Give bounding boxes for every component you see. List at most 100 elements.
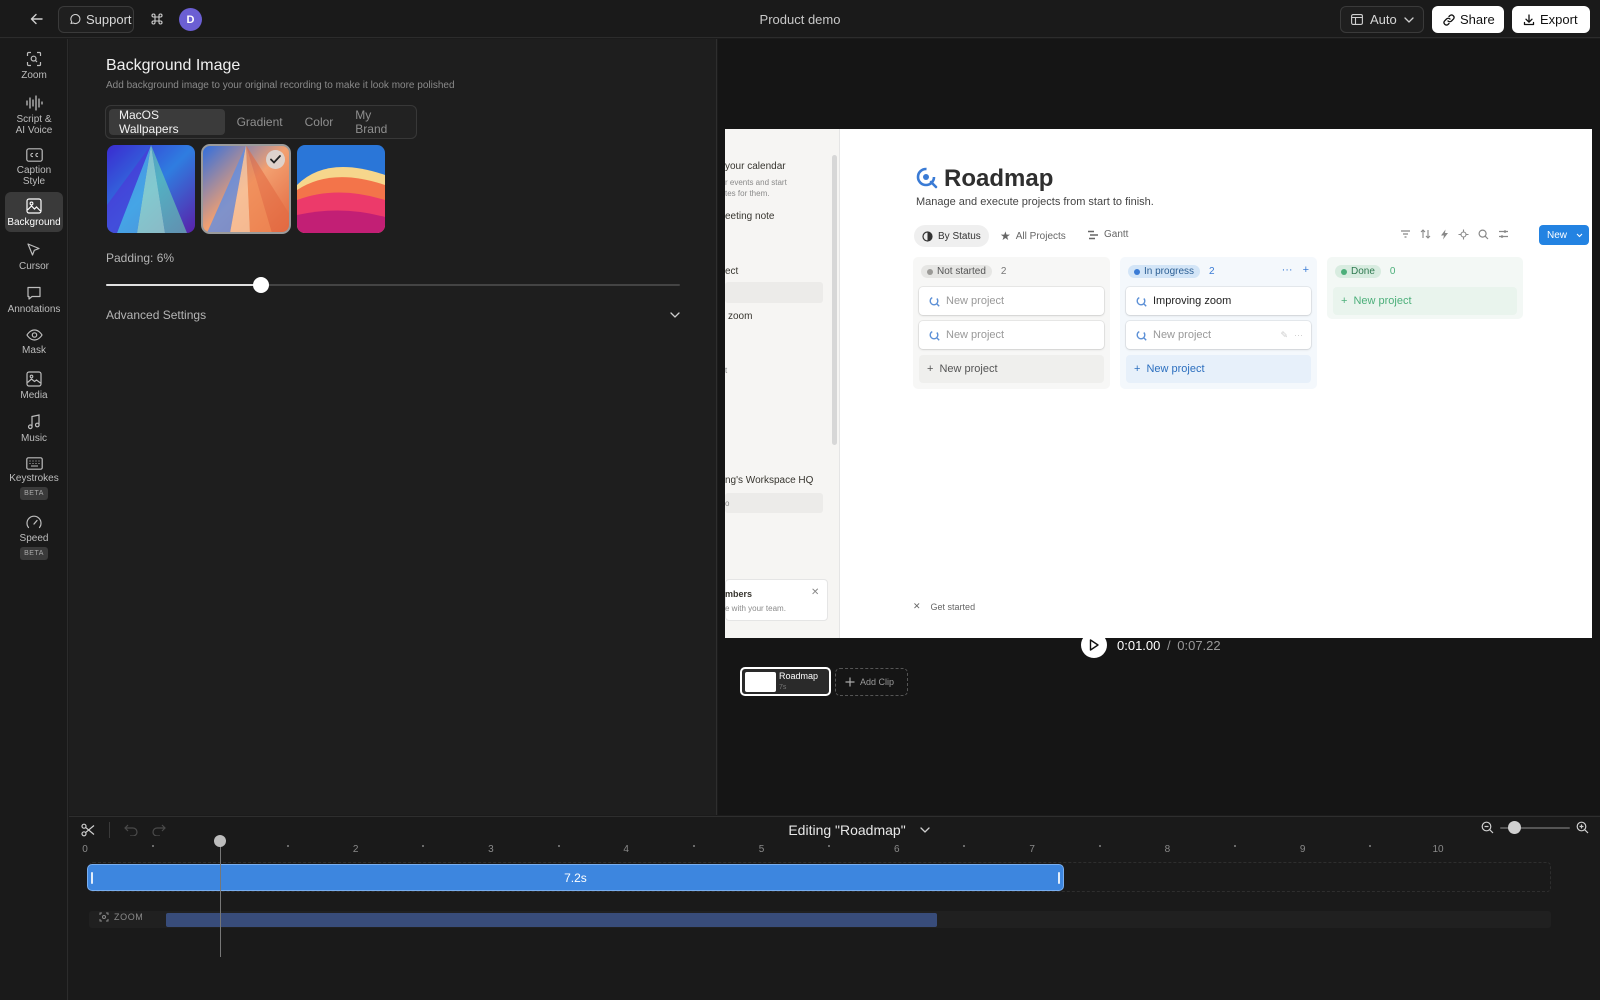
tab-color[interactable]: Color bbox=[295, 109, 344, 135]
sidebar-item-mask[interactable]: Mask bbox=[5, 322, 63, 360]
ruler-tick-dot bbox=[1369, 845, 1372, 847]
chevron-down-icon bbox=[1404, 16, 1414, 23]
sidebar-item-zoom[interactable]: Zoom bbox=[5, 45, 63, 83]
ruler-tick-label: 3 bbox=[488, 844, 494, 855]
ruler-tick-dot bbox=[692, 845, 695, 847]
board-card: New project bbox=[919, 287, 1104, 315]
clip-trim-handle-right[interactable] bbox=[1057, 872, 1060, 884]
add-clip-button[interactable]: Add Clip bbox=[835, 668, 908, 696]
scrollbar bbox=[832, 155, 837, 445]
play-button[interactable] bbox=[1081, 632, 1107, 658]
command-icon[interactable] bbox=[148, 10, 166, 28]
beta-badge: BETA bbox=[20, 547, 48, 560]
column-count: 0 bbox=[1389, 266, 1396, 277]
caption-icon bbox=[25, 148, 43, 162]
tab-my-brand[interactable]: My Brand bbox=[345, 108, 413, 136]
padding-slider-thumb[interactable] bbox=[252, 277, 269, 293]
board-column-not-started: Not started 2 New project New project + N… bbox=[913, 257, 1110, 389]
recorded-toolbar bbox=[1400, 229, 1509, 240]
music-icon bbox=[27, 414, 40, 430]
more-icon: ··· bbox=[1294, 330, 1303, 340]
sidebar-item-background[interactable]: Background bbox=[5, 192, 63, 232]
project-title[interactable]: Product demo bbox=[700, 12, 900, 27]
zoom-region[interactable] bbox=[166, 913, 938, 927]
redo-icon[interactable] bbox=[152, 824, 166, 836]
sidebar-item-label: Speed bbox=[19, 533, 49, 544]
layout-dropdown-label: Auto bbox=[1370, 12, 1397, 27]
tool-sidebar: Zoom Script & AI Voice Caption Style Bac… bbox=[0, 39, 68, 1000]
ruler-tick-dot bbox=[286, 845, 289, 847]
project-icon bbox=[929, 330, 940, 341]
clip-trim-handle-left[interactable] bbox=[91, 872, 93, 884]
clip-thumbnail[interactable]: Roadmap 7s bbox=[740, 667, 831, 696]
wallpaper-thumbnail[interactable] bbox=[107, 145, 195, 233]
link-icon bbox=[1443, 13, 1455, 26]
background-settings-panel: Background Image Add background image to… bbox=[69, 39, 717, 815]
project-icon bbox=[1136, 296, 1147, 307]
undo-icon[interactable] bbox=[124, 824, 138, 836]
sidebar-item-label: Cursor bbox=[18, 261, 49, 272]
recorded-text: tes for them. bbox=[725, 189, 770, 198]
wallpaper-thumbnail-selected[interactable] bbox=[201, 144, 291, 234]
advanced-settings-toggle[interactable]: Advanced Settings bbox=[106, 308, 680, 322]
ruler-tick-label: 4 bbox=[623, 844, 629, 855]
comment-icon bbox=[27, 286, 41, 300]
status-icon bbox=[922, 230, 933, 242]
playhead[interactable] bbox=[220, 841, 222, 957]
chevron-down-icon bbox=[920, 827, 930, 833]
export-button[interactable]: Export bbox=[1512, 6, 1590, 33]
timeline-zoom-thumb[interactable] bbox=[1508, 820, 1521, 834]
waveform-icon bbox=[26, 95, 43, 111]
layout-dropdown[interactable]: Auto bbox=[1340, 6, 1424, 33]
sidebar-item-annotations[interactable]: Annotations bbox=[5, 279, 63, 317]
download-icon bbox=[1523, 13, 1535, 25]
padding-label: Padding: 6% bbox=[106, 251, 175, 265]
sidebar-item-caption-style[interactable]: Caption Style bbox=[5, 142, 63, 190]
sidebar-item-script-ai-voice[interactable]: Script & AI Voice bbox=[5, 89, 63, 137]
padding-slider[interactable] bbox=[106, 277, 680, 293]
zoom-in-icon[interactable] bbox=[1576, 821, 1589, 834]
tab-gradient[interactable]: Gradient bbox=[227, 109, 293, 135]
board-column-in-progress: In progress 2 ··· + Improving zoom New pr… bbox=[1120, 257, 1317, 389]
sidebar-item-music[interactable]: Music bbox=[5, 408, 63, 446]
share-button[interactable]: Share bbox=[1432, 6, 1504, 33]
sidebar-item-label: Annotations bbox=[7, 304, 61, 315]
checkmark-icon bbox=[266, 150, 285, 169]
tab-macos-wallpapers[interactable]: MacOS Wallpapers bbox=[109, 108, 225, 136]
playhead-handle[interactable] bbox=[214, 835, 227, 847]
cursor-icon bbox=[27, 243, 40, 256]
clip-name: Roadmap bbox=[779, 671, 819, 681]
panel-subtitle: Add background image to your original re… bbox=[106, 80, 455, 91]
timeline-zoom-slider[interactable] bbox=[1500, 820, 1570, 834]
advanced-settings-label: Advanced Settings bbox=[106, 308, 207, 322]
plus-icon: + bbox=[1134, 363, 1141, 375]
plus-icon: + bbox=[927, 363, 934, 375]
sidebar-item-speed[interactable]: Speed BETA bbox=[5, 509, 63, 561]
timeline-clip[interactable]: 7.2s bbox=[87, 864, 1064, 891]
clip-duration: 7s bbox=[779, 684, 787, 691]
sparkle-icon bbox=[1458, 229, 1469, 240]
panel-title: Background Image bbox=[106, 57, 241, 74]
timeline-zoom-control bbox=[1481, 820, 1593, 834]
wallpaper-thumbnail[interactable] bbox=[297, 145, 385, 233]
user-avatar[interactable]: D bbox=[179, 8, 202, 31]
roadmap-icon bbox=[916, 167, 938, 189]
sidebar-item-label: Media bbox=[20, 390, 48, 401]
sidebar-item-cursor[interactable]: Cursor bbox=[5, 236, 63, 274]
scissors-icon[interactable] bbox=[81, 823, 95, 837]
status-pill-label: Done bbox=[1351, 266, 1375, 277]
support-button[interactable]: Support bbox=[58, 6, 134, 33]
zoom-out-icon[interactable] bbox=[1481, 821, 1494, 834]
back-arrow-icon[interactable] bbox=[26, 10, 46, 28]
zoom-track-label: ZOOM bbox=[99, 912, 143, 922]
ruler-tick-dot bbox=[963, 845, 966, 847]
sidebar-item-media[interactable]: Media bbox=[5, 365, 63, 403]
clip-preview bbox=[745, 672, 776, 692]
editing-clip-selector[interactable]: Editing "Roadmap" bbox=[719, 822, 999, 838]
status-pill: In progress bbox=[1128, 265, 1201, 278]
recorded-text: eeting note bbox=[725, 211, 775, 222]
sidebar-item-keystrokes[interactable]: Keystrokes BETA bbox=[5, 451, 63, 503]
board-card: New project bbox=[919, 321, 1104, 349]
background-type-tabs: MacOS Wallpapers Gradient Color My Brand bbox=[105, 105, 417, 139]
video-preview[interactable]: your calendar r events and start tes for… bbox=[725, 129, 1592, 638]
